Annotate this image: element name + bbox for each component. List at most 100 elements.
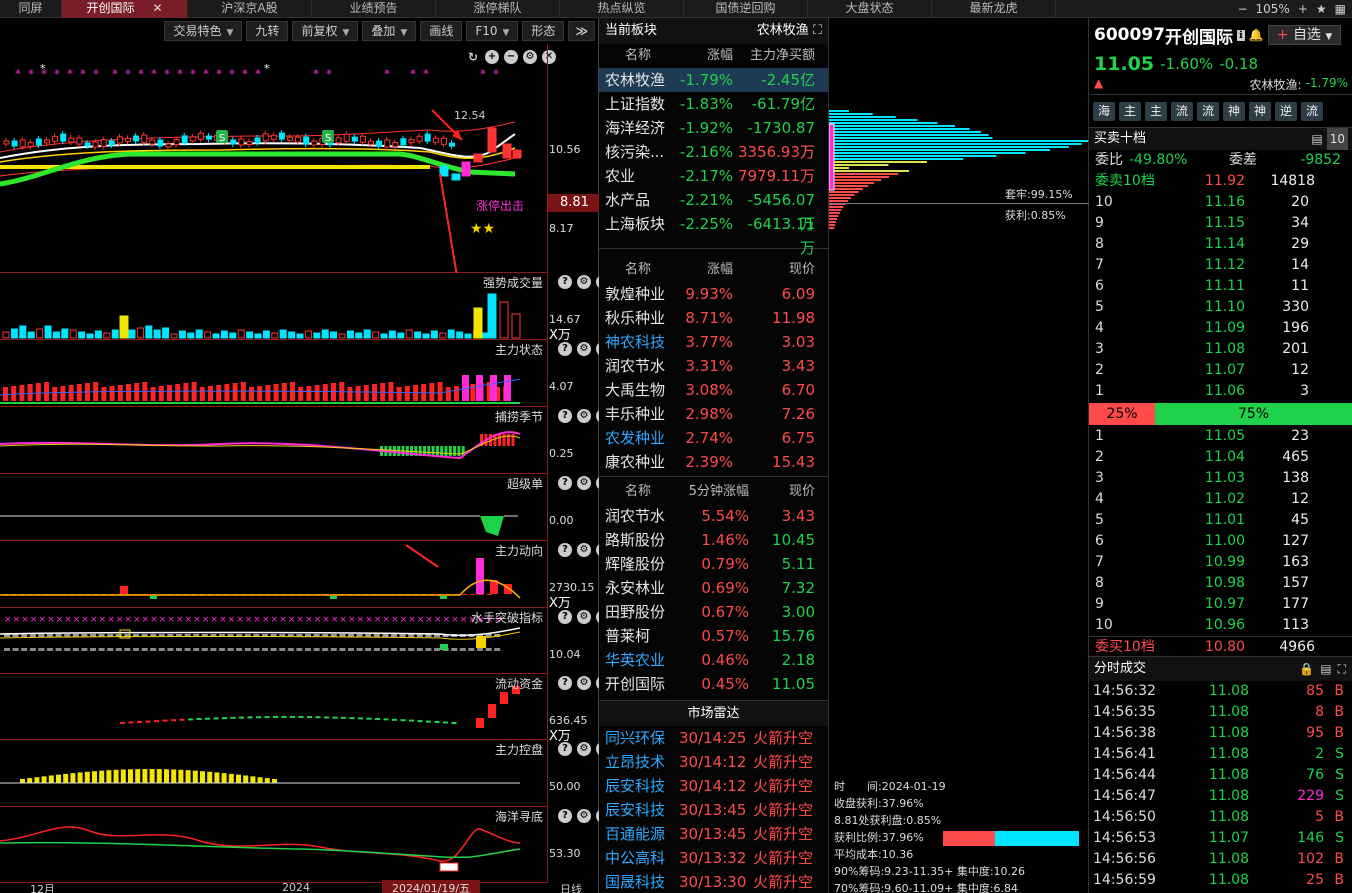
feature-badge[interactable]: 流 [1301,101,1323,121]
radar-item[interactable]: 辰安科技 30/13:45 火箭升空 [599,798,828,822]
gear-icon[interactable]: ⚙ [577,809,591,823]
list-item[interactable]: 上证指数 -1.83% -61.79亿 [599,92,828,116]
list-item[interactable]: 大禹生物 3.08% 6.70 [599,378,828,402]
feature-badge[interactable]: 流 [1171,101,1193,121]
list-item[interactable]: 润农节水 5.54% 3.43 [599,504,828,528]
feature-badge[interactable]: 逆 [1275,101,1297,121]
tab-dragon-tiger[interactable]: 最新龙虎 [932,0,1056,18]
expand-icon[interactable]: ⛶ [813,23,822,38]
col-price[interactable]: 现价 [753,480,823,504]
nine-turn-button[interactable]: 九转 [246,21,289,41]
indicator-panel[interactable]: 主力动向 [0,541,547,608]
expand-icon[interactable]: ⛶ [1338,657,1346,681]
feature-badge[interactable]: 神 [1223,101,1245,121]
list-item[interactable]: 农林牧渔 -1.79% -2.45亿 [599,68,828,92]
radar-item[interactable]: 辰安科技 30/14:12 火箭升空 [599,774,828,798]
col-pct[interactable]: 涨幅 [671,44,737,68]
tab-same-screen[interactable]: 同屏 [0,0,62,18]
depth-level[interactable]: 10 11.16 20 [1089,192,1352,213]
indicator-panel[interactable]: 流动资金 [0,674,547,740]
depth-level[interactable]: 2 11.07 12 [1089,360,1352,381]
period-label[interactable]: 日线 [560,881,582,893]
list-icon[interactable]: ▤ [1320,657,1331,681]
help-icon[interactable]: ? [558,409,572,423]
add-favorite-button[interactable]: + 自选 ▼ [1267,25,1342,45]
radar-item[interactable]: 中公高科 30/13:32 火箭升空 [599,846,828,870]
list-item[interactable]: 敦煌种业 9.93% 6.09 [599,282,828,306]
feature-badge[interactable]: 主 [1119,101,1141,121]
current-sector[interactable]: 农林牧渔 [757,23,809,38]
list-item[interactable]: 开创国际 0.45% 11.05 [599,672,828,696]
gear-icon[interactable]: ⚙ [577,476,591,490]
info-icon[interactable]: ℹ [1236,29,1245,41]
depth-level[interactable]: 3 11.03 138 [1089,468,1352,489]
depth-level[interactable]: 5 11.01 45 [1089,510,1352,531]
list-item[interactable]: 海洋经济 -1.92% -1730.87万 [599,116,828,161]
gear-icon[interactable]: ⚙ [577,342,591,356]
help-icon[interactable]: ? [558,610,572,624]
list-item[interactable]: 上海板块 -2.25% -6413.11万 [599,212,828,257]
list-item[interactable]: 田野股份 0.67% 3.00 [599,600,828,624]
tab-hot-topics[interactable]: 热点纵览 [560,0,684,18]
depth-level[interactable]: 7 10.99 163 [1089,552,1352,573]
depth-level[interactable]: 7 11.12 14 [1089,255,1352,276]
radar-item[interactable]: 国晟科技 30/13:30 火箭升空 [599,870,828,893]
help-icon[interactable]: ? [558,676,572,690]
trade-feature-dropdown[interactable]: 交易特色 ▼ [164,21,243,41]
depth-level[interactable]: 2 11.04 465 [1089,447,1352,468]
indicator-panel[interactable]: 超级单 [0,474,547,541]
feature-badge[interactable]: 神 [1249,101,1271,121]
draw-line-button[interactable]: 画线 [420,21,463,41]
close-icon[interactable]: ✕ [152,1,162,15]
help-icon[interactable]: ? [558,742,572,756]
gear-icon[interactable]: ⚙ [577,742,591,756]
list-item[interactable]: 核污染... -2.16% 3356.93万 [599,140,828,164]
gear-icon[interactable]: ⚙ [577,610,591,624]
indicator-panel[interactable]: 主力状态 [0,340,547,407]
feature-badge[interactable]: 流 [1197,101,1219,121]
list-item[interactable]: 路斯股份 1.46% 10.45 [599,528,828,552]
list-item[interactable]: 秋乐种业 8.71% 11.98 [599,306,828,330]
lock-icon[interactable]: 🔒 [1299,657,1314,681]
zoom-in-icon[interactable]: + [1298,2,1308,16]
col-price[interactable]: 现价 [737,258,823,282]
depth-level[interactable]: 9 11.15 34 [1089,213,1352,234]
col-name[interactable]: 名称 [599,258,671,282]
depth-level[interactable]: 6 11.11 11 [1089,276,1352,297]
list-item[interactable]: 神农科技 3.77% 3.03 [599,330,828,354]
list-item[interactable]: 农发种业 2.74% 6.75 [599,426,828,450]
depth-level[interactable]: 8 11.14 29 [1089,234,1352,255]
tab-a-shares[interactable]: 沪深京A股 [188,0,312,18]
list-item[interactable]: 丰乐种业 2.98% 7.26 [599,402,828,426]
indicator-panel[interactable]: 主力控盘 [0,740,547,807]
depth-level[interactable]: 1 11.05 23 [1089,426,1352,447]
help-icon[interactable]: ? [558,476,572,490]
depth-level[interactable]: 8 10.98 157 [1089,573,1352,594]
depth-level[interactable]: 6 11.00 127 [1089,531,1352,552]
list-item[interactable]: 康农种业 2.39% 15.43 [599,450,828,474]
depth-level[interactable]: 10 10.96 113 [1089,615,1352,636]
help-icon[interactable]: ? [558,809,572,823]
depth-level[interactable]: 5 11.10 330 [1089,297,1352,318]
grid-icon[interactable]: ▦ [1335,2,1346,16]
list-icon[interactable]: ▤ [1311,128,1322,150]
help-icon[interactable]: ? [558,342,572,356]
radar-item[interactable]: 百通能源 30/13:45 火箭升空 [599,822,828,846]
depth-level[interactable]: 3 11.08 201 [1089,339,1352,360]
gear-icon[interactable]: ⚙ [577,676,591,690]
list-item[interactable]: 水产品 -2.21% -5456.07万 [599,188,828,233]
gear-icon[interactable]: ⚙ [577,275,591,289]
depth-level[interactable]: 9 10.97 177 [1089,594,1352,615]
pattern-button[interactable]: 形态 [522,21,565,41]
tab-kaichuang[interactable]: 开创国际 ✕ [62,0,188,18]
indicator-panel[interactable]: × × × × × × × × × × × × × × × × × × × × × × × × × × × × × × × × × × × × × × × ×… [0,608,547,674]
depth-level-button[interactable]: 10 [1326,128,1348,150]
depth-level[interactable]: 4 11.09 196 [1089,318,1352,339]
star-icon[interactable]: ★ [1316,2,1327,16]
adjust-dropdown[interactable]: 前复权 ▼ [292,21,359,41]
gear-icon[interactable]: ⚙ [577,543,591,557]
col-netbuy[interactable]: 主力净买额 [737,44,823,68]
list-item[interactable]: 辉隆股份 0.79% 5.11 [599,552,828,576]
list-item[interactable]: 润农节水 3.31% 3.43 [599,354,828,378]
tab-earnings-forecast[interactable]: 业绩预告 [312,0,436,18]
